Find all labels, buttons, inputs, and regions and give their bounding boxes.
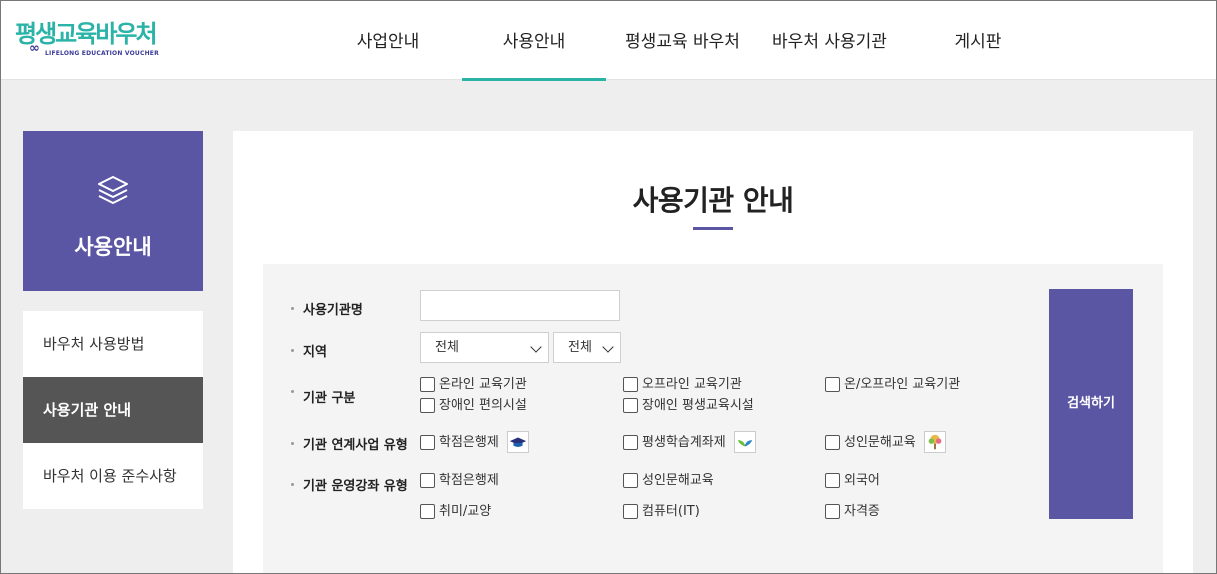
chevron-down-icon <box>602 341 614 353</box>
sidebar-item-compliance[interactable]: 바우처 이용 준수사항 <box>23 443 203 509</box>
nav-item-business-info[interactable]: 사업안내 <box>353 1 423 80</box>
region-select-district-value: 전체 <box>568 340 592 355</box>
region-label: 지역 <box>291 341 327 360</box>
site-logo[interactable]: 평생교육바우처 ∞ LIFELONG EDUCATION VOUCHER <box>15 19 159 63</box>
checkbox-online-offline-institution[interactable]: 온/오프라인 교육기관 <box>825 376 960 394</box>
nav-item-voucher-institutions[interactable]: 바우처 사용기관 <box>767 1 892 80</box>
sidebar-menu: 바우처 사용방법 사용기관 안내 바우처 이용 준수사항 <box>23 311 203 509</box>
nav-item-board[interactable]: 게시판 <box>951 1 1005 80</box>
page-title: 사용기관 안내 <box>632 184 794 217</box>
checkbox-course-foreign-language[interactable]: 외국어 <box>825 472 880 490</box>
title-underline <box>693 227 733 230</box>
institution-name-input[interactable] <box>420 290 620 321</box>
nav-item-usage-guide[interactable]: 사용안내 <box>462 1 606 81</box>
layers-icon <box>98 176 128 204</box>
institution-type-label: 기관 구분 <box>291 387 355 406</box>
checkbox-disability-facility[interactable]: 장애인 편의시설 <box>420 397 527 415</box>
graduation-cap-icon <box>506 431 529 453</box>
program-type-label: 기관 연계사업 유형 <box>291 434 408 453</box>
search-form: 사용기관명 지역 전체 전체 기관 구분 온라인 교육기관 오프라인 교육기관 … <box>263 264 1163 573</box>
checkbox-online-institution[interactable]: 온라인 교육기관 <box>420 376 527 394</box>
region-select-district[interactable]: 전체 <box>553 332 621 363</box>
checkbox-course-adult-literacy[interactable]: 성인문해교육 <box>623 472 714 490</box>
checkbox-course-hobby[interactable]: 취미/교양 <box>420 503 491 521</box>
checkbox-course-computer[interactable]: 컴퓨터(IT) <box>623 503 700 521</box>
sidebar-item-institution-guide[interactable]: 사용기관 안내 <box>23 377 203 443</box>
checkbox-program-learning-account[interactable]: 평생학습계좌제 <box>623 431 756 453</box>
infinity-icon: ∞ <box>29 41 40 56</box>
checkbox-course-certificate[interactable]: 자격증 <box>825 503 880 521</box>
search-button[interactable]: 검색하기 <box>1049 289 1133 519</box>
region-select-province[interactable]: 전체 <box>420 332 549 363</box>
main-content: 사용기관 안내 사용기관명 지역 전체 전체 기관 구분 온라인 교육기관 오프… <box>233 131 1193 573</box>
tree-icon <box>923 431 946 453</box>
checkbox-disability-lifelong-facility[interactable]: 장애인 평생교육시설 <box>623 397 754 415</box>
sidebar-title: 사용안내 <box>74 235 152 259</box>
checkbox-offline-institution[interactable]: 오프라인 교육기관 <box>623 376 742 394</box>
checkbox-program-credit-bank[interactable]: 학점은행제 <box>420 431 529 453</box>
course-type-label: 기관 운영강좌 유형 <box>291 475 408 494</box>
sidebar-item-voucher-usage[interactable]: 바우처 사용방법 <box>23 311 203 377</box>
site-header: 평생교육바우처 ∞ LIFELONG EDUCATION VOUCHER 사업안… <box>1 1 1216 81</box>
chevron-down-icon <box>530 341 542 353</box>
region-select-province-value: 전체 <box>435 340 459 355</box>
sidebar-header: 사용안내 <box>23 131 203 291</box>
checkbox-course-credit-bank[interactable]: 학점은행제 <box>420 472 499 490</box>
logo-subtext: LIFELONG EDUCATION VOUCHER <box>45 50 159 57</box>
sprout-icon <box>733 431 756 453</box>
page: 평생교육바우처 ∞ LIFELONG EDUCATION VOUCHER 사업안… <box>0 0 1217 574</box>
institution-name-label: 사용기관명 <box>291 299 363 318</box>
nav-item-voucher[interactable]: 평생교육 바우처 <box>620 1 745 80</box>
checkbox-program-adult-literacy[interactable]: 성인문해교육 <box>825 431 946 453</box>
